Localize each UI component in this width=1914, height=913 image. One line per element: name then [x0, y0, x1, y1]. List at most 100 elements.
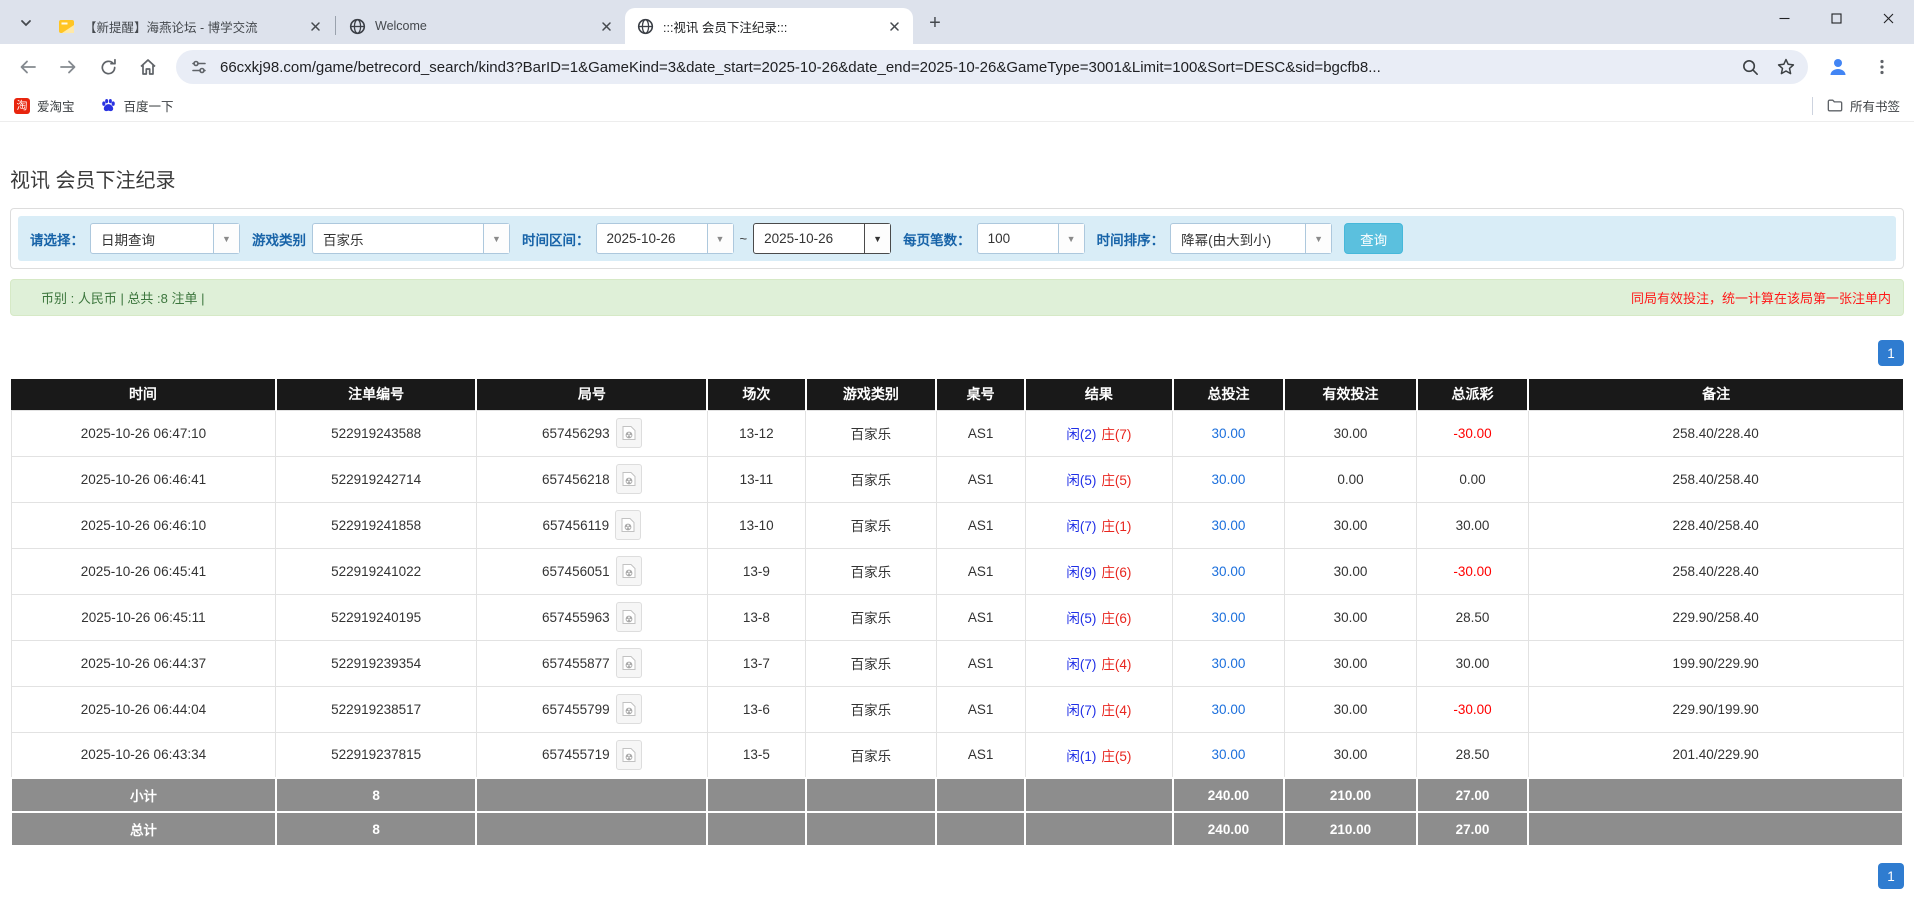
minimize-button[interactable] — [1758, 0, 1810, 36]
total-bet-link[interactable]: 30.00 — [1212, 518, 1246, 533]
tab-search-button[interactable] — [12, 9, 40, 37]
video-replay-icon[interactable] — [616, 418, 642, 448]
bet-records-table: 时间 注单编号 局号 场次 游戏类别 桌号 结果 总投注 有效投注 总派彩 备注… — [10, 379, 1904, 847]
tab-welcome[interactable]: Welcome — [337, 8, 625, 44]
page-1-button[interactable]: 1 — [1878, 863, 1904, 889]
game-type-cell: 百家乐 — [806, 548, 937, 594]
total-bet-link[interactable]: 30.00 — [1212, 747, 1246, 762]
bookmarks-bar: 淘 爱淘宝 百度一下 所有书签 — [0, 90, 1914, 122]
date-end-select[interactable]: 2025-10-26 ▼ — [753, 223, 891, 254]
tab-bet-records[interactable]: :::视讯 会员下注纪录::: — [625, 8, 913, 44]
empty-cell — [1528, 778, 1903, 812]
total-bet-link[interactable]: 30.00 — [1212, 610, 1246, 625]
filter-bar: 请选择： 日期查询 ▼ 游戏类别 百家乐 ▼ 时间区间： 2025-10-26 … — [18, 216, 1896, 261]
result-cell: 闲(7)庄(4) — [1025, 686, 1173, 732]
total-bet-link[interactable]: 30.00 — [1212, 426, 1246, 441]
result-player: 闲(7) — [1066, 519, 1096, 534]
remark-cell: 228.40/258.40 — [1528, 502, 1903, 548]
bookmark-baidu[interactable]: 百度一下 — [101, 96, 174, 115]
total-bet-cell: 30.00 — [1173, 594, 1285, 640]
url-bar[interactable]: 66cxkj98.com/game/betrecord_search/kind3… — [176, 50, 1808, 84]
bookmarks-divider — [1812, 97, 1813, 115]
bet-id-cell: 522919242714 — [276, 456, 477, 502]
result-cell: 闲(5)庄(6) — [1025, 594, 1173, 640]
col-header-bet-id: 注单编号 — [276, 379, 477, 410]
tab-close-icon[interactable] — [598, 18, 615, 35]
chevron-down-icon[interactable]: ▼ — [213, 224, 239, 253]
bookmark-taobao[interactable]: 淘 爱淘宝 — [14, 96, 75, 115]
result-banker: 庄(5) — [1101, 473, 1131, 488]
round-id-cell: 657456293 — [476, 410, 707, 456]
url-text[interactable]: 66cxkj98.com/game/betrecord_search/kind3… — [220, 59, 1726, 76]
total-bet-link[interactable]: 30.00 — [1212, 656, 1246, 671]
time-cell: 2025-10-26 06:45:11 — [11, 594, 276, 640]
home-icon — [138, 57, 158, 77]
tab-close-icon[interactable] — [307, 18, 324, 35]
site-info-icon[interactable] — [188, 56, 210, 78]
payout-cell: 28.50 — [1417, 732, 1529, 778]
table-row: 2025-10-26 06:44:04522919238517657455799… — [11, 686, 1903, 732]
payout-cell: -30.00 — [1417, 410, 1529, 456]
table-row: 2025-10-26 06:45:11522919240195657455963… — [11, 594, 1903, 640]
forward-button[interactable] — [51, 50, 85, 84]
summary-valid-bet-cell: 210.00 — [1284, 778, 1416, 812]
query-type-select[interactable]: 日期查询 ▼ — [90, 223, 240, 254]
video-replay-icon[interactable] — [615, 510, 641, 540]
bookmark-star-icon[interactable] — [1774, 55, 1798, 79]
tab-haiyan-forum[interactable]: 【新提醒】海燕论坛 - 博学交流 — [46, 8, 334, 44]
game-type-select[interactable]: 百家乐 ▼ — [312, 223, 510, 254]
browser-menu-button[interactable] — [1865, 50, 1899, 84]
chevron-down-icon[interactable]: ▼ — [1058, 224, 1084, 253]
reload-button[interactable] — [91, 50, 125, 84]
subtotal-row: 小计8240.00210.0027.00 — [11, 778, 1903, 812]
round-id-cell: 657455799 — [476, 686, 707, 732]
summary-valid-bet-cell: 210.00 — [1284, 812, 1416, 846]
tab-close-icon[interactable] — [886, 18, 903, 35]
new-tab-button[interactable]: + — [921, 9, 949, 37]
grand-total-row: 总计8240.00210.0027.00 — [11, 812, 1903, 846]
maximize-button[interactable] — [1810, 0, 1862, 36]
valid-bet-cell: 30.00 — [1284, 502, 1416, 548]
chevron-down-icon[interactable]: ▼ — [864, 224, 890, 253]
remark-cell: 258.40/228.40 — [1528, 410, 1903, 456]
date-start-select[interactable]: 2025-10-26 ▼ — [596, 223, 734, 254]
remark-cell: 229.90/199.90 — [1528, 686, 1903, 732]
col-header-game-type: 游戏类别 — [806, 379, 937, 410]
page-1-button[interactable]: 1 — [1878, 340, 1904, 366]
game-type-cell: 百家乐 — [806, 594, 937, 640]
all-bookmarks-button[interactable]: 所有书签 — [1827, 96, 1900, 115]
session-cell: 13-12 — [707, 410, 805, 456]
video-replay-icon[interactable] — [616, 464, 642, 494]
back-button[interactable] — [11, 50, 45, 84]
video-replay-icon[interactable] — [616, 602, 642, 632]
remark-cell: 258.40/228.40 — [1528, 548, 1903, 594]
total-bet-link[interactable]: 30.00 — [1212, 702, 1246, 717]
payout-cell: 0.00 — [1417, 456, 1529, 502]
back-arrow-icon — [18, 57, 38, 77]
video-replay-icon[interactable] — [616, 556, 642, 586]
chevron-down-icon[interactable]: ▼ — [483, 224, 509, 253]
total-bet-cell: 30.00 — [1173, 410, 1285, 456]
video-replay-icon[interactable] — [616, 740, 642, 770]
session-cell: 13-6 — [707, 686, 805, 732]
sort-order-select[interactable]: 降幂(由大到小) ▼ — [1170, 223, 1332, 254]
video-replay-icon[interactable] — [616, 648, 642, 678]
total-bet-link[interactable]: 30.00 — [1212, 564, 1246, 579]
video-replay-icon[interactable] — [616, 694, 642, 724]
bet-id-cell: 522919240195 — [276, 594, 477, 640]
search-button[interactable]: 查询 — [1344, 223, 1403, 254]
profile-avatar[interactable] — [1821, 50, 1855, 84]
payout-cell: -30.00 — [1417, 686, 1529, 732]
result-banker: 庄(4) — [1101, 703, 1131, 718]
zoom-page-icon[interactable] — [1738, 55, 1762, 79]
globe-favicon-icon — [637, 18, 654, 35]
summary-payout-cell: 27.00 — [1417, 812, 1529, 846]
filter-panel: 请选择： 日期查询 ▼ 游戏类别 百家乐 ▼ 时间区间： 2025-10-26 … — [10, 208, 1904, 269]
home-button[interactable] — [131, 50, 165, 84]
chevron-down-icon[interactable]: ▼ — [1305, 224, 1331, 253]
close-window-button[interactable] — [1862, 0, 1914, 36]
total-bet-link[interactable]: 30.00 — [1212, 472, 1246, 487]
valid-bet-cell: 30.00 — [1284, 686, 1416, 732]
page-size-select[interactable]: 100 ▼ — [977, 223, 1085, 254]
chevron-down-icon[interactable]: ▼ — [707, 224, 733, 253]
